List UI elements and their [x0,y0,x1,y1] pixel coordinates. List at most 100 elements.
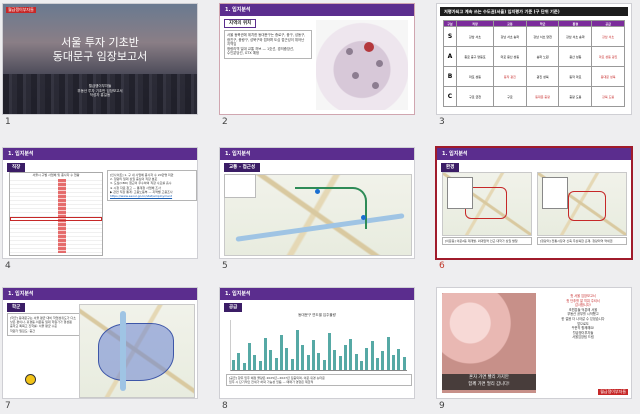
slide-header: 1. 입지분석 [3,288,197,300]
slide-1-title: 서울 투자 기초반 동대문구 임장보고서 [3,36,197,64]
slide-thumbnail-7[interactable]: 1. 입지분석 학군 [학군] 동대문구는 서울 평균 대비 학업성취도가 다소… [0,284,200,414]
supply-bar [344,345,347,370]
environment-map-right [537,172,627,236]
slide-1-canvas[interactable]: 월급쟁이부자들 서울 투자 기초반 동대문구 임장보고서 월급쟁이부자들 부동산… [3,4,197,114]
thank-you-message: 첫 서울 임장보고서 첫 단추를 잘 끼워 주셔서 감사합니다! 조원분들 덕분… [539,294,627,340]
slide-thumbnail-4[interactable]: 1. 입지분석 직장 서울시 구별 사업체 및 종사자 수 현황 [인사이트] … [0,144,200,274]
table-cell: 종로 중구 영등포 [456,46,494,67]
table-cell: 마포 성동 광진 [591,46,625,67]
slide-7-canvas[interactable]: 1. 입지분석 학군 [학군] 동대문구는 서울 평균 대비 학업성취도가 다소… [3,288,197,398]
slide-number: 5 [222,261,228,271]
supply-insight-note: [공급] 향후 입주 예정 물량은 2025년~2027년 집중되며, 이문·휘… [226,374,412,386]
table-cell: 구로 금천 [456,86,494,107]
slide-number: 2 [222,117,228,127]
supply-bar [360,361,363,370]
subway-route-line [295,187,367,229]
table-cell: 동대문 중랑 [525,86,560,107]
supply-bar [274,357,278,370]
location-note: 서울 동북권에 위치한 동대문구는 종로구, 중구, 성동구, 광진구, 중랑구… [224,30,312,59]
seoul-district-map [316,20,408,110]
river [120,311,126,391]
table-title: 서울시 구별 사업체 및 종사자 수 현황 [10,173,102,178]
workplace-table: 서울시 구별 사업체 및 종사자 수 현황 [9,172,103,256]
note-line: 서울 동북권에 위치한 동대문구는 종로구, 중구, 성동구, [227,33,306,37]
station-marker [315,189,320,194]
table-cell: 중랑 도봉 [558,86,593,107]
table-cell: 동작 광진 [492,66,527,87]
table-cell: 마포 성동 [456,66,494,87]
title-line-1: 서울 투자 기초반 [61,36,139,49]
slide-thumbnail-9[interactable]: 혼자 가면 빨리 가지만 함께 가면 멀리 갑니다! 첫 서울 임장보고서 첫 … [434,284,634,414]
district-marker [372,82,379,89]
grade-cell: B [443,66,457,87]
table-cell: 동대문 성북 [591,66,625,87]
source-link[interactable]: https://www.seoul.go.kr/stat/employment [110,194,194,198]
slide-thumbnail-2[interactable]: 1. 입지분석 지역의 위치 서울 동북권에 위치한 동대문구는 종로구, 중구… [217,0,417,130]
supply-bar [402,357,406,370]
slide-6-canvas[interactable]: 1. 입지분석 환경 [이문동] 이문2동 재개발, 외대앞역 인근 대학가 상… [437,148,631,258]
slide-thumbnail-8[interactable]: 1. 입지분석 공급 동대문구 연도별 입주물량 [공급] 향후 입주 예정 물… [217,284,417,414]
table-row: S 강남 서초 강남 서초 송파 강남 서초 양천 강남 서초 송파 강남 서초 [443,26,625,47]
table-cell: 강남 서초 [591,26,625,47]
supply-bar [290,359,294,370]
supply-bar [317,352,321,370]
supply-chart-title: 동대문구 연도별 입주물량 [298,313,336,317]
station-marker [361,215,366,220]
slide-number: 8 [222,401,228,411]
area-highlight [568,191,606,221]
slide-9-canvas[interactable]: 혼자 가면 빨리 가지만 함께 가면 멀리 갑니다! 첫 서울 임장보고서 첫 … [437,288,631,398]
supply-bar [333,350,337,370]
location-grade-table: 구분 직장 교통 학군 환경 공급 S 강남 서초 강남 서초 송파 강남 서초… [443,20,625,107]
slide-4-canvas[interactable]: 1. 입지분석 직장 서울시 구별 사업체 및 종사자 수 현황 [인사이트] … [3,148,197,258]
district-marker [346,48,353,55]
supply-bar [386,337,390,370]
slide-2-canvas[interactable]: 1. 입지분석 지역의 위치 서울 동북권에 위치한 동대문구는 종로구, 중구… [220,4,414,114]
slide-thumbnail-5[interactable]: 1. 입지분석 교통 – 접근성 5 [217,144,417,274]
slide-3-title: 저평가되고 계속 쓰는 수도권(서울) 입지평가 기준 (구 단위 기준) [440,7,628,16]
note-line: 입주 시 단기적인 전세가 하락 가능성 있음 — 매매가 영향은 제한적 [229,380,314,384]
slide-thumbnail-1[interactable]: 월급쟁이부자들 서울 투자 기초반 동대문구 임장보고서 월급쟁이부자들 부동산… [0,0,200,130]
table-row: C 구로 금천 구로 동대문 중랑 중랑 도봉 강북 도봉 [443,86,625,107]
slide-thumbnail-6[interactable]: 1. 입지분석 환경 [이문동] 이문2동 재개발, 외대앞역 인근 대학가 상… [434,144,634,274]
supply-bar [322,360,326,370]
supply-bar [365,347,369,370]
brand-logo: 월급쟁이부자들 [6,7,36,13]
slide-8-canvas[interactable]: 1. 입지분석 공급 동대문구 연도별 입주물량 [공급] 향후 입주 예정 물… [220,288,414,398]
title-text: 저평가되고 계속 쓰는 수도권(서울) 입지평가 기준 (구 단위 기준) [444,9,560,14]
supply-bar [328,332,331,370]
message-line: 서울임장팀 드림 [572,335,594,340]
supply-bar [242,362,246,370]
slide-header: 1. 입지분석 [437,148,631,160]
district-marker [364,42,374,52]
slide-thumbnail-3[interactable]: 저평가되고 계속 쓰는 수도권(서울) 입지평가 기준 (구 단위 기준) 구분… [434,0,634,130]
district-marker [352,72,359,79]
section-subhead: 환경 [441,163,460,172]
supply-bar [381,351,385,370]
slide-3-canvas[interactable]: 저평가되고 계속 쓰는 수도권(서울) 입지평가 기준 (구 단위 기준) 구분… [437,4,631,114]
supply-bar [301,345,305,370]
table-row: B 마포 성동 동작 광진 광진 성북 동작 마포 동대문 성북 [443,66,625,87]
table-cell: 마포 용산 성동 [492,46,527,67]
supply-bar [338,356,342,370]
meta-line: 작성자 홍길동 [89,93,111,98]
district-marker [376,60,383,67]
table-row: A 종로 중구 영등포 마포 용산 성동 송파 노원 용산 성동 마포 성동 광… [443,46,625,67]
supply-bar [232,360,235,370]
supply-bar [264,337,267,370]
school-marker-icon [25,374,36,385]
slide-header: 1. 입지분석 [220,288,414,300]
note-line: 광진구, 중랑구, 성북구와 접하며 도심 접근성이 뛰어난 [227,37,305,42]
grade-cell: C [443,86,457,107]
quote-line: 혼자 가면 빨리 가지만 [469,375,509,380]
slide-header: 1. 입지분석 [220,148,414,160]
map-popup [542,177,568,209]
slide-number: 4 [5,261,11,271]
section-subhead: 직장 [7,163,26,172]
slide-5-canvas[interactable]: 1. 입지분석 교통 – 접근성 [220,148,414,258]
slide-header: 1. 입지분석 [3,148,197,160]
map-search-panel[interactable] [224,174,256,198]
supply-bar [354,353,358,370]
supply-bar [376,358,379,370]
slide-header: 1. 입지분석 [220,4,414,16]
quote-line: 함께 가면 멀리 갑니다! [468,382,510,387]
